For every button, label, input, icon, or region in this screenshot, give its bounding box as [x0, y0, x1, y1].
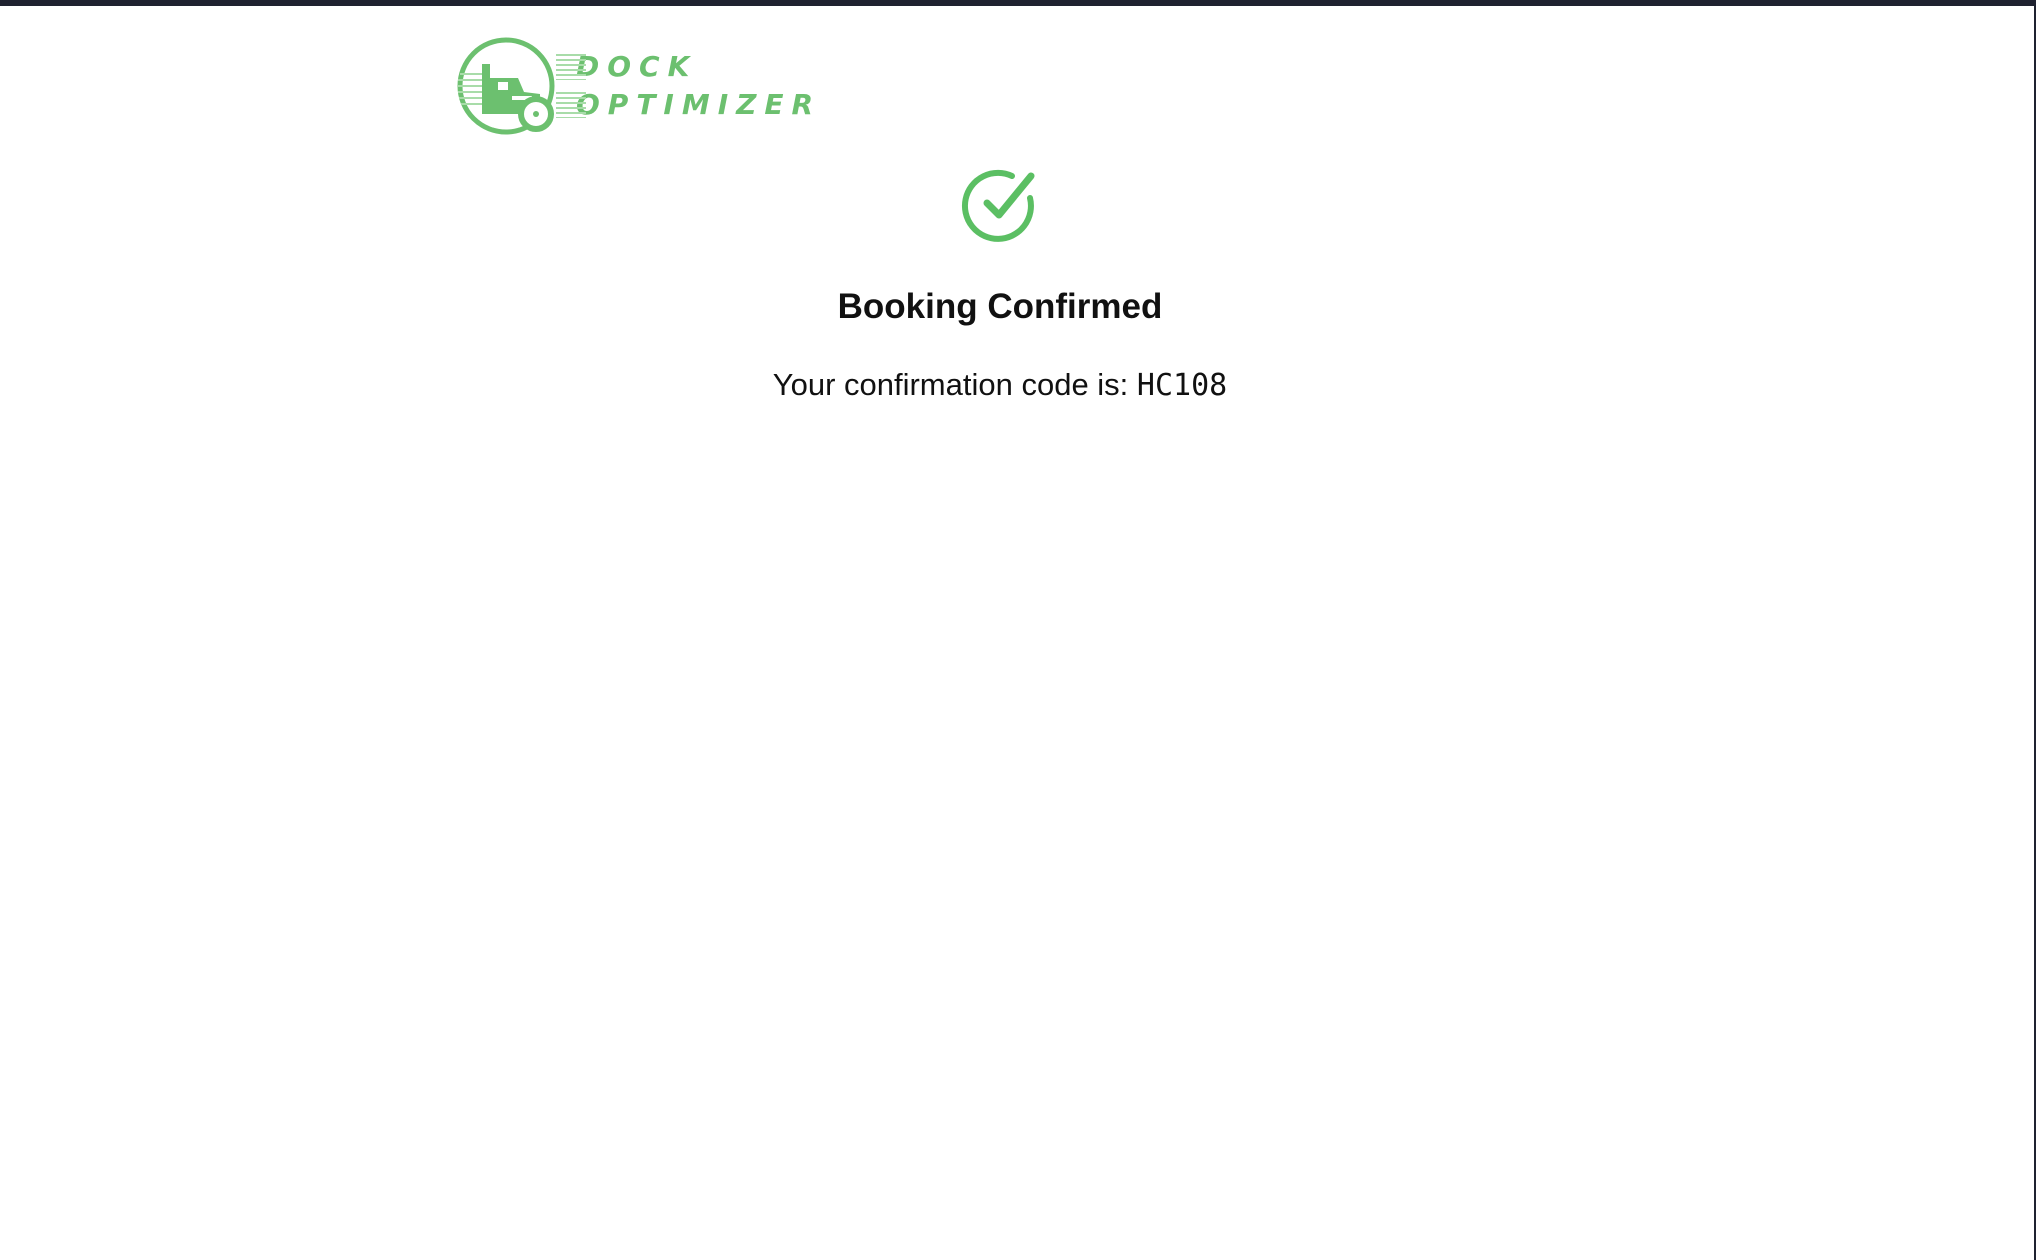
logo-text-line2: OPTIMIZER	[576, 88, 822, 121]
page-title: Booking Confirmed	[837, 287, 1163, 326]
confirmation-message: Your confirmation code is: HC108	[0, 367, 2000, 403]
confirmation-panel: Booking Confirmed Your confirmation code…	[0, 166, 2000, 403]
confirmation-message-prefix: Your confirmation code is:	[772, 367, 1129, 402]
speed-lines-decoration	[556, 92, 586, 118]
dock-optimizer-logo: DOCK OPTIMIZER	[454, 34, 814, 136]
window-top-bar	[0, 0, 2036, 6]
truck-logo-icon	[457, 37, 555, 135]
confirmation-code: HC108	[1136, 368, 1228, 403]
logo-text-line1: DOCK	[576, 50, 698, 83]
speed-lines-decoration	[556, 54, 586, 80]
check-circle-icon	[961, 169, 1035, 242]
